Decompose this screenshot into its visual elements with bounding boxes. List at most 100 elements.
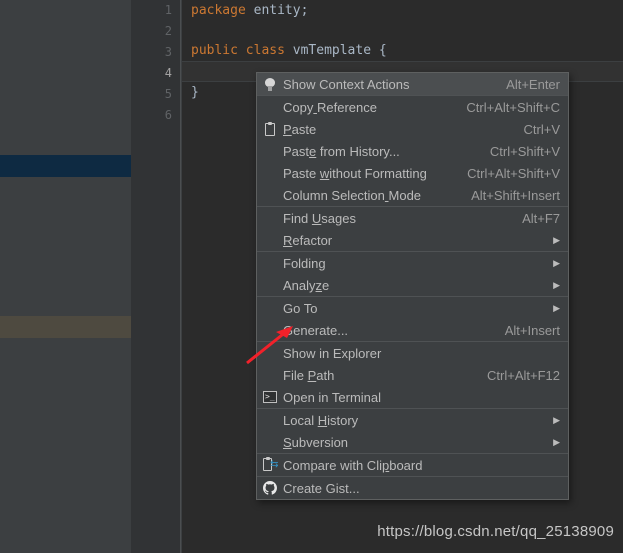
menu-item-label: Analyze (283, 277, 330, 293)
menu-item-label: Compare with Clipboard (283, 457, 423, 473)
menu-icon-placeholder (257, 96, 283, 118)
menu-icon-placeholder (257, 207, 283, 229)
submenu-arrow-icon: ▶ (553, 257, 560, 268)
editor-context-menu[interactable]: Show Context Actions Alt+Enter Copy Refere… (256, 72, 569, 500)
line-number-4: 4 (164, 66, 172, 80)
menu-item-shortcut: Alt+Insert (504, 322, 560, 338)
menu-item-label: File Path (283, 367, 335, 383)
submenu-arrow-icon: ▶ (553, 414, 560, 425)
menu-icon-placeholder (257, 364, 283, 386)
menu-item-label: Copy Reference (283, 99, 377, 115)
code-brace-open: { (378, 43, 387, 58)
menu-item-label: Folding (283, 255, 326, 271)
menu-item-column-selection-mode[interactable]: Column Selection Mode Alt+Shift+Insert (257, 184, 568, 206)
submenu-arrow-icon: ▶ (553, 234, 560, 245)
menu-item-label: Local History (283, 412, 359, 428)
code-keyword-package: package (191, 3, 246, 18)
editor-gutter[interactable]: 1 2 3 4 5 6 (131, 0, 181, 553)
menu-item-find-usages[interactable]: Find Usages Alt+F7 (257, 207, 568, 229)
menu-item-create-gist[interactable]: Create Gist... (257, 477, 568, 499)
submenu-arrow-icon: ▶ (553, 279, 560, 290)
menu-item-label: Paste from History... (283, 143, 400, 159)
line-number-1: 1 (164, 3, 172, 17)
menu-icon-placeholder (257, 342, 283, 364)
menu-item-open-in-terminal[interactable]: >_ Open in Terminal (257, 386, 568, 408)
menu-item-label: Refactor (283, 232, 333, 248)
menu-item-label: Find Usages (283, 210, 356, 226)
menu-icon-placeholder (257, 409, 283, 431)
menu-item-label: Paste (283, 121, 317, 137)
submenu-arrow-icon: ▶ (553, 436, 560, 447)
menu-item-shortcut: Ctrl+Alt+Shift+V (467, 165, 560, 181)
menu-icon-placeholder (257, 162, 283, 184)
menu-item-shortcut: Alt+Shift+Insert (471, 187, 560, 203)
menu-item-paste-from-history[interactable]: Paste from History... Ctrl+Shift+V (257, 140, 568, 162)
menu-item-folding[interactable]: Folding ▶ (257, 252, 568, 274)
menu-item-shortcut: Ctrl+Alt+Shift+C (466, 99, 560, 115)
compare-clipboard-icon: ⇆ (257, 454, 283, 476)
github-icon (257, 477, 283, 499)
menu-item-label: Open in Terminal (283, 389, 382, 405)
menu-item-shortcut: Alt+Enter (506, 76, 560, 92)
menu-item-label: Show in Explorer (283, 345, 382, 361)
menu-item-paste[interactable]: Paste Ctrl+V (257, 118, 568, 140)
menu-icon-placeholder (257, 229, 283, 251)
menu-item-shortcut: Alt+F7 (522, 210, 560, 226)
menu-item-subversion[interactable]: Subversion ▶ (257, 431, 568, 453)
menu-item-go-to[interactable]: Go To ▶ (257, 297, 568, 319)
marker-selection-bar (0, 155, 131, 177)
terminal-icon: >_ (257, 386, 283, 408)
menu-item-label: Create Gist... (283, 480, 360, 496)
menu-icon-placeholder (257, 252, 283, 274)
menu-item-shortcut: Ctrl+Shift+V (489, 143, 560, 159)
menu-item-paste-without-formatting[interactable]: Paste without Formatting Ctrl+Alt+Shift+V (257, 162, 568, 184)
code-line-3: public class vmTemplate { (191, 40, 387, 61)
menu-item-refactor[interactable]: Refactor ▶ (257, 229, 568, 251)
menu-icon-placeholder (257, 431, 283, 453)
menu-item-local-history[interactable]: Local History ▶ (257, 409, 568, 431)
menu-item-show-in-explorer[interactable]: Show in Explorer (257, 342, 568, 364)
code-keyword-class: class (245, 43, 285, 58)
menu-item-shortcut: Ctrl+V (523, 121, 560, 137)
menu-group: Create Gist... (257, 476, 568, 499)
code-line-1: package entity; (191, 0, 308, 21)
menu-item-copy-reference[interactable]: Copy Reference Ctrl+Alt+Shift+C (257, 96, 568, 118)
menu-item-shortcut: Ctrl+Alt+F12 (487, 367, 560, 383)
menu-group: Show in Explorer File Path Ctrl+Alt+F12 >_ O… (257, 341, 568, 408)
lightbulb-icon (257, 73, 283, 95)
code-line-5: } (191, 82, 199, 103)
code-brace-close: } (191, 85, 199, 100)
menu-icon-placeholder (257, 184, 283, 206)
line-number-6: 6 (164, 108, 172, 122)
menu-icon-placeholder (257, 140, 283, 162)
menu-icon-placeholder (257, 274, 283, 296)
menu-item-show-context-actions[interactable]: Show Context Actions Alt+Enter (257, 73, 568, 95)
ide-window: 1 2 3 4 5 6 package entity; public class vmTe… (0, 0, 623, 553)
menu-item-label: Paste without Formatting (283, 165, 427, 181)
menu-group: Go To ▶ Generate... Alt+Insert (257, 296, 568, 341)
menu-icon-placeholder (257, 319, 283, 341)
menu-icon-placeholder (257, 297, 283, 319)
menu-item-analyze[interactable]: Analyze ▶ (257, 274, 568, 296)
menu-group: Find Usages Alt+F7 Refactor ▶ (257, 206, 568, 251)
code-text-package-rest: entity; (245, 3, 309, 18)
line-number-2: 2 (164, 24, 172, 38)
menu-item-label: Column Selection Mode (283, 187, 422, 203)
marker-modified-bar (0, 316, 131, 338)
menu-item-file-path[interactable]: File Path Ctrl+Alt+F12 (257, 364, 568, 386)
menu-item-label: Show Context Actions (283, 76, 410, 92)
menu-group: Show Context Actions Alt+Enter (257, 73, 568, 95)
menu-group: ⇆ Compare with Clipboard (257, 453, 568, 476)
menu-item-compare-with-clipboard[interactable]: ⇆ Compare with Clipboard (257, 454, 568, 476)
code-keyword-public: public (191, 43, 238, 58)
clipboard-icon (257, 118, 283, 140)
menu-item-label: Go To (283, 300, 318, 316)
left-tool-panel (0, 0, 131, 553)
menu-group: Folding ▶ Analyze ▶ (257, 251, 568, 296)
line-number-3: 3 (164, 45, 172, 59)
menu-item-generate[interactable]: Generate... Alt+Insert (257, 319, 568, 341)
menu-item-label: Subversion (283, 434, 349, 450)
menu-group: Copy Reference Ctrl+Alt+Shift+C Paste Ctrl+… (257, 95, 568, 206)
menu-item-label: Generate... (283, 322, 349, 338)
line-number-5: 5 (164, 87, 172, 101)
